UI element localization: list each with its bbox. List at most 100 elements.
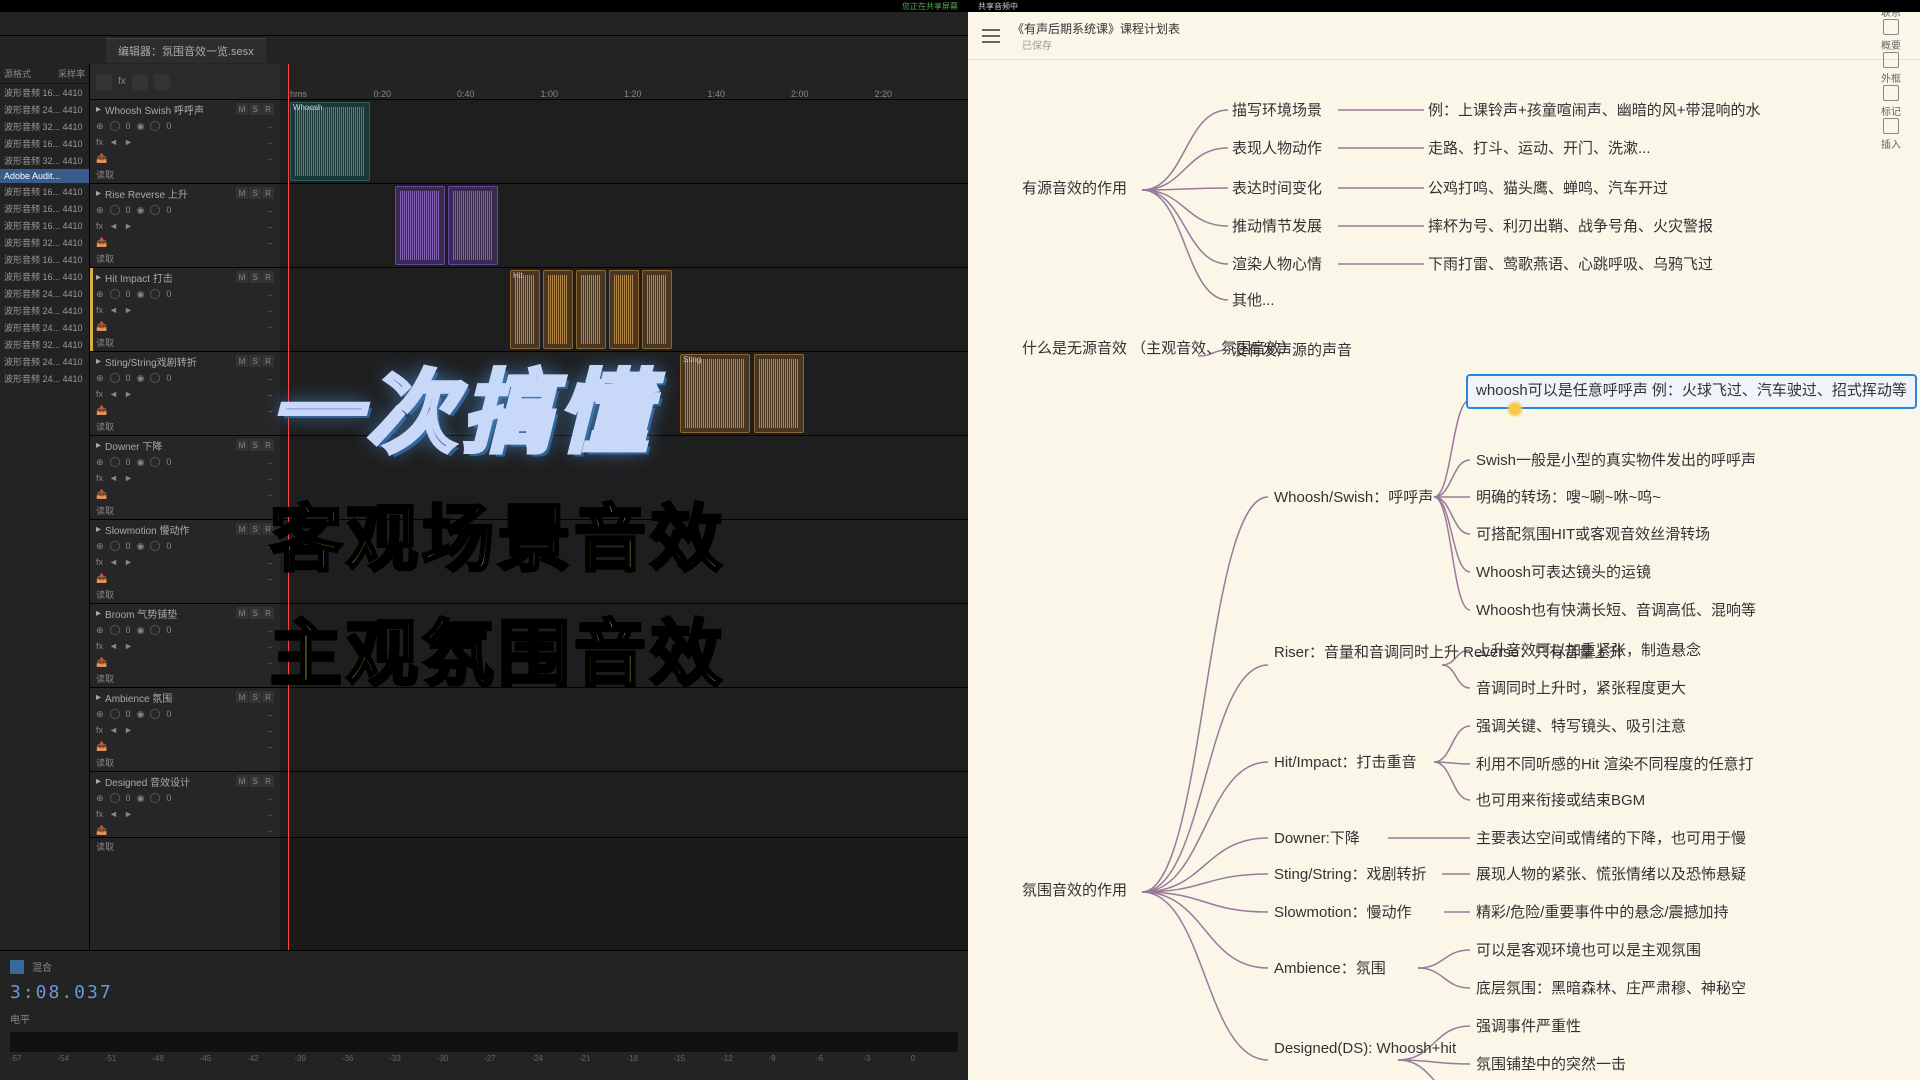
session-tab[interactable]: 编辑器：氛围音效一览.sesx: [106, 38, 266, 63]
file-row[interactable]: 波形音频 16... 4410: [0, 251, 89, 268]
node-whoosh-cam[interactable]: Whoosh可表达镜头的运镜: [1476, 562, 1651, 585]
timeline-lane[interactable]: Hit: [280, 268, 968, 352]
node-push-plot[interactable]: 推动情节发展: [1232, 216, 1322, 239]
file-row[interactable]: 波形音频 24... 4410: [0, 101, 89, 118]
node-hit-2[interactable]: 利用不同听感的Hit 渲染不同程度的任意打: [1476, 754, 1754, 777]
share-screen-indicator: 您正在共享屏幕: [902, 1, 958, 12]
file-row[interactable]: 波形音频 16... 4410: [0, 200, 89, 217]
node-nosource-a[interactable]: 没有发声源的声音: [1232, 340, 1352, 363]
track-toolbar[interactable]: fx: [90, 64, 280, 100]
audition-menubar[interactable]: [0, 12, 968, 36]
node-whoosh[interactable]: Whoosh/Swish：呼呼声: [1274, 487, 1433, 510]
file-row[interactable]: 波形音频 24... 4410: [0, 370, 89, 387]
tool-btn[interactable]: [96, 74, 112, 90]
timeline-lane[interactable]: [280, 604, 968, 688]
files-header: 源格式 采样率: [0, 64, 89, 84]
tool-btn[interactable]: [132, 74, 148, 90]
playhead[interactable]: [288, 64, 289, 950]
timeline-lane[interactable]: [280, 520, 968, 604]
file-row[interactable]: 波形音频 16... 4410: [0, 84, 89, 101]
track-header[interactable]: ▸Slowmotion 慢动作MSR ⊕0◉0→ fx◄►→ 📤→ 读取: [90, 520, 280, 604]
track-header[interactable]: ▸Rise Reverse 上升MSR ⊕0◉0→ fx◄►→ 📤→ 读取: [90, 184, 280, 268]
node-whoosh-var[interactable]: Whoosh也有快满长短、音调高低、混响等: [1476, 600, 1756, 623]
file-row[interactable]: 波形音频 16... 4410: [0, 183, 89, 200]
node-time-change[interactable]: 表达时间变化: [1232, 178, 1322, 201]
node-ex-bell[interactable]: 例：上课铃声+孩童喧闹声、幽暗的风+带混响的水: [1428, 100, 1761, 123]
node-hit-3[interactable]: 也可用来衔接或结束BGM: [1476, 790, 1645, 813]
node-source-role[interactable]: 有源音效的作用: [1022, 178, 1127, 201]
node-whoosh-selected[interactable]: whoosh可以是任意呼呼声 例：火球飞过、汽车驶过、招式挥动等: [1466, 374, 1917, 409]
audition-tabbar: 编辑器：氛围音效一览.sesx: [0, 36, 968, 64]
file-row[interactable]: 波形音频 16... 4410: [0, 268, 89, 285]
node-ex-mood[interactable]: 下雨打雷、莺歌燕语、心跳呼吸、乌鸦飞过: [1428, 254, 1713, 277]
timeline-lane[interactable]: Sting: [280, 352, 968, 436]
node-downer[interactable]: Downer:下降: [1274, 828, 1360, 851]
cursor-highlight: [1506, 400, 1524, 418]
node-riser-2[interactable]: 音调同时上升时，紧张程度更大: [1476, 678, 1686, 701]
timeline-lane[interactable]: [280, 436, 968, 520]
node-hit[interactable]: Hit/Impact：打击重音: [1274, 752, 1417, 775]
share-audio-indicator: 共享音频中: [978, 1, 1018, 12]
file-row[interactable]: 波形音频 16... 4410: [0, 135, 89, 152]
time-ruler[interactable]: hms 0:20 0:40 1:00 1:20 1:40 2:00 2:20: [280, 64, 968, 100]
timeline-lane[interactable]: [280, 184, 968, 268]
file-row[interactable]: 波形音频 32... 4410: [0, 234, 89, 251]
timecode-display[interactable]: 3:08.037: [10, 976, 958, 1009]
node-ambience[interactable]: Ambience：氛围: [1274, 958, 1386, 981]
mindmap-connectors: [968, 60, 1920, 1080]
node-slowmo-1[interactable]: 精彩/危险/重要事件中的悬念/震撼加持: [1476, 902, 1729, 925]
file-row[interactable]: Adobe Audit...: [0, 169, 89, 183]
track-panel: fx ▸Whoosh Swish 呼呼声MSR ⊕0◉0→ fx◄►→ 📤→ 读…: [90, 64, 280, 950]
node-ex-walk[interactable]: 走路、打斗、运动、开门、洗漱...: [1428, 138, 1651, 161]
mix-icon: [10, 960, 24, 974]
node-render-mood[interactable]: 渲染人物心情: [1232, 254, 1322, 277]
timeline-area[interactable]: hms 0:20 0:40 1:00 1:20 1:40 2:00 2:20 W…: [280, 64, 968, 950]
file-row[interactable]: 波形音频 32... 4410: [0, 152, 89, 169]
node-swish-desc[interactable]: Swish一般是小型的真实物件发出的呼呼声: [1476, 450, 1756, 473]
toolbar-概要[interactable]: 概要: [1876, 19, 1906, 52]
document-title: 《有声后期系统课》课程计划表: [1012, 20, 1180, 37]
node-sting-1[interactable]: 展现人物的紧张、慌张情绪以及恐怖悬疑: [1476, 864, 1746, 887]
node-slowmo[interactable]: Slowmotion：慢动作: [1274, 902, 1412, 925]
file-row[interactable]: 波形音频 32... 4410: [0, 118, 89, 135]
track-header[interactable]: ▸Ambience 氛围MSR ⊕0◉0→ fx◄►→ 📤→ 读取: [90, 688, 280, 772]
timeline-lane[interactable]: [280, 688, 968, 772]
file-row[interactable]: 波形音频 24... 4410: [0, 319, 89, 336]
node-desc-scene[interactable]: 描写环境场景: [1232, 100, 1322, 123]
track-header[interactable]: ▸Broom 气势铺垫MSR ⊕0◉0→ fx◄►→ 📤→ 读取: [90, 604, 280, 688]
node-hit-1[interactable]: 强调关键、特写镜头、吸引注意: [1476, 716, 1686, 739]
node-downer-1[interactable]: 主要表达空间或情绪的下降，也可用于慢: [1476, 828, 1746, 851]
timeline-lane[interactable]: Whoosh: [280, 100, 968, 184]
node-riser-1[interactable]: 上升音效可以加重紧张，制造悬念: [1476, 640, 1701, 663]
track-header[interactable]: ▸Downer 下降MSR ⊕0◉0→ fx◄►→ 📤→ 读取: [90, 436, 280, 520]
node-ds-1[interactable]: 强调事件严重性: [1476, 1016, 1581, 1039]
mix-track-row[interactable]: 混合: [10, 957, 958, 976]
node-other[interactable]: 其他...: [1232, 290, 1275, 313]
node-pair-hit[interactable]: 可搭配氛围HIT或客观音效丝滑转场: [1476, 524, 1710, 547]
timeline-lane[interactable]: [280, 772, 968, 838]
node-sting[interactable]: Sting/String：戏剧转折: [1274, 864, 1427, 887]
node-atmo-role[interactable]: 氛围音效的作用: [1022, 880, 1127, 903]
file-row[interactable]: 波形音频 24... 4410: [0, 285, 89, 302]
file-row[interactable]: 波形音频 24... 4410: [0, 302, 89, 319]
tool-btn[interactable]: [154, 74, 170, 90]
file-row[interactable]: 波形音频 24... 4410: [0, 353, 89, 370]
node-ex-plot[interactable]: 摔杯为号、利刃出鞘、战争号角、火灾警报: [1428, 216, 1713, 239]
node-amb-1[interactable]: 可以是客观环境也可以是主观氛围: [1476, 940, 1701, 963]
track-header[interactable]: ▸Designed 音效设计MSR ⊕0◉0→ fx◄►→ 📤→ 读取: [90, 772, 280, 838]
node-amb-2[interactable]: 底层氛围：黑暗森林、庄严肃穆、神秘空: [1476, 978, 1746, 1001]
track-header[interactable]: ▸Whoosh Swish 呼呼声MSR ⊕0◉0→ fx◄►→ 📤→ 读取: [90, 100, 280, 184]
node-designed[interactable]: Designed(DS): Whoosh+hit: [1274, 1038, 1456, 1061]
node-show-action[interactable]: 表现人物动作: [1232, 138, 1322, 161]
mindmap-canvas[interactable]: 有源音效的作用 描写环境场景 表现人物动作 表达时间变化 推动情节发展 渲染人物…: [968, 60, 1920, 1080]
file-row[interactable]: 波形音频 16... 4410: [0, 217, 89, 234]
track-header[interactable]: ▸Hit Impact 打击MSR ⊕0◉0→ fx◄►→ 📤→ 读取: [90, 268, 280, 352]
file-row[interactable]: 波形音频 32... 4410: [0, 336, 89, 353]
node-ds-2[interactable]: 氛围铺垫中的突然一击: [1476, 1054, 1626, 1077]
node-ex-time[interactable]: 公鸡打鸣、猫头鹰、蝉鸣、汽车开过: [1428, 178, 1668, 201]
node-clear-trans[interactable]: 明确的转场：嗖~唰~咻~呜~: [1476, 487, 1661, 510]
meter-scale: -57-54-51-48-45-42-39-36-33-30-27-24-21-…: [10, 1054, 958, 1063]
files-panel[interactable]: 源格式 采样率 波形音频 16... 4410波形音频 24... 4410波形…: [0, 64, 90, 950]
track-header[interactable]: ▸Sting/String戏剧转折MSR ⊕0◉0→ fx◄►→ 📤→ 读取: [90, 352, 280, 436]
hamburger-icon[interactable]: [982, 29, 1000, 43]
